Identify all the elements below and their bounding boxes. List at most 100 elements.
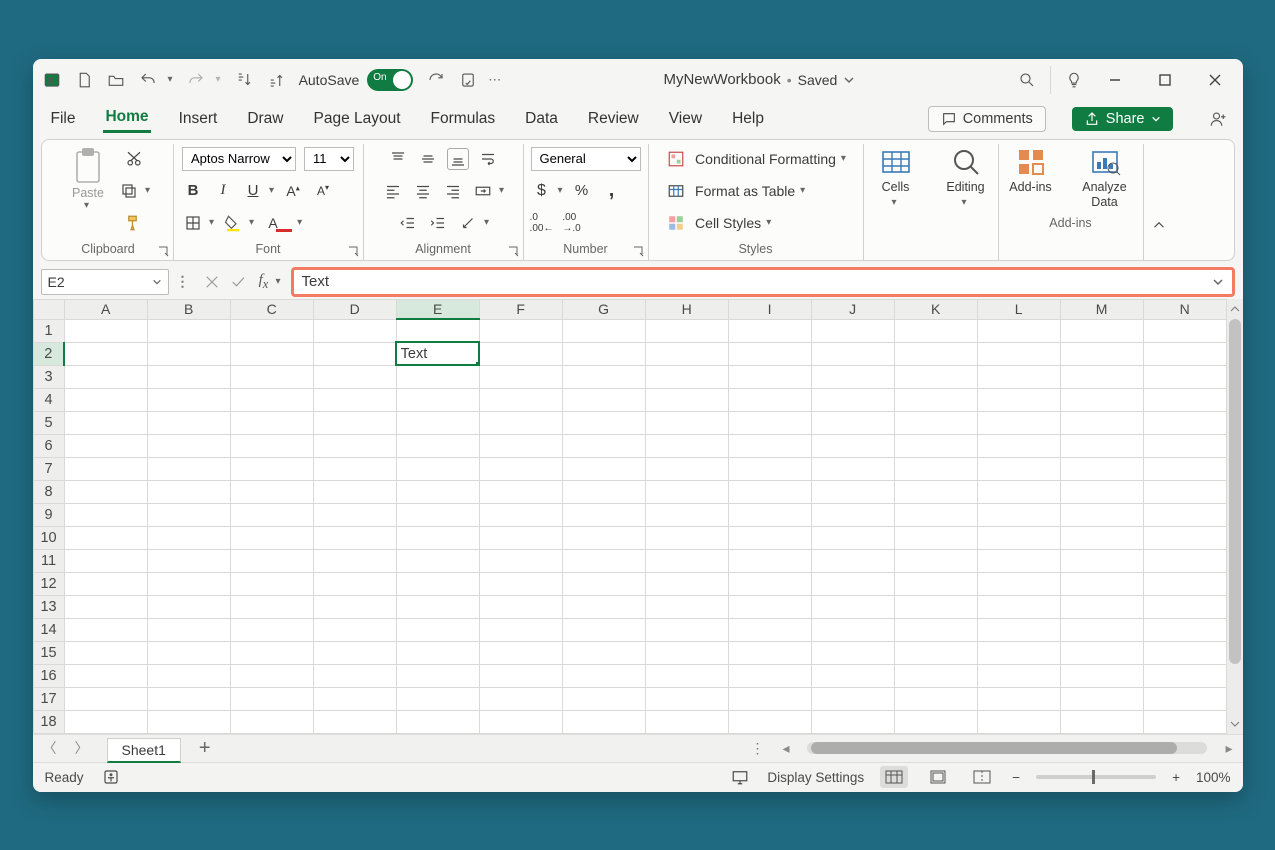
cell[interactable] — [1060, 526, 1143, 549]
row-header[interactable]: 12 — [33, 572, 64, 595]
cell[interactable] — [64, 710, 147, 733]
cell[interactable] — [396, 710, 479, 733]
cell[interactable] — [811, 388, 894, 411]
horizontal-scrollbar[interactable] — [807, 742, 1207, 754]
cell[interactable] — [894, 365, 977, 388]
row-header[interactable]: 16 — [33, 664, 64, 687]
col-header[interactable]: N — [1143, 299, 1226, 319]
tab-formulas[interactable]: Formulas — [429, 106, 498, 132]
cell[interactable] — [479, 595, 562, 618]
cell[interactable] — [1143, 342, 1226, 365]
cell[interactable] — [1060, 365, 1143, 388]
cell[interactable] — [313, 342, 396, 365]
zoom-slider[interactable] — [1036, 775, 1156, 779]
row-header[interactable]: 14 — [33, 618, 64, 641]
cell[interactable] — [811, 641, 894, 664]
cell[interactable] — [313, 503, 396, 526]
tab-page-layout[interactable]: Page Layout — [312, 106, 403, 132]
row-header[interactable]: 8 — [33, 480, 64, 503]
cell[interactable] — [562, 480, 645, 503]
collapse-ribbon-icon[interactable] — [1148, 214, 1170, 236]
cell[interactable] — [313, 664, 396, 687]
col-header[interactable]: E — [396, 299, 479, 319]
cell[interactable] — [147, 687, 230, 710]
cell[interactable] — [894, 687, 977, 710]
alignment-launcher-icon[interactable] — [507, 244, 519, 256]
cell[interactable] — [811, 526, 894, 549]
cell[interactable] — [562, 549, 645, 572]
cell[interactable] — [479, 342, 562, 365]
more-icon[interactable]: ⋮ — [175, 274, 191, 290]
cell[interactable] — [894, 480, 977, 503]
col-header[interactable]: H — [645, 299, 728, 319]
cell[interactable] — [230, 572, 313, 595]
tab-help[interactable]: Help — [730, 106, 766, 132]
cell[interactable] — [230, 641, 313, 664]
cell[interactable] — [728, 503, 811, 526]
tab-draw[interactable]: Draw — [245, 106, 285, 132]
new-file-icon[interactable] — [75, 71, 93, 89]
open-icon[interactable] — [107, 71, 125, 89]
cell[interactable] — [645, 480, 728, 503]
cell[interactable] — [894, 526, 977, 549]
cell[interactable] — [396, 457, 479, 480]
underline-button[interactable]: U — [242, 180, 264, 202]
sort-desc-icon[interactable] — [267, 71, 285, 89]
cell[interactable] — [230, 434, 313, 457]
cell[interactable] — [1060, 319, 1143, 342]
cell[interactable] — [977, 434, 1060, 457]
cell[interactable] — [645, 526, 728, 549]
cell[interactable] — [147, 365, 230, 388]
cell[interactable] — [811, 503, 894, 526]
bold-button[interactable]: B — [182, 180, 204, 202]
percent-icon[interactable]: % — [571, 180, 593, 202]
cell[interactable] — [1143, 549, 1226, 572]
cell[interactable] — [147, 388, 230, 411]
cell[interactable] — [1143, 434, 1226, 457]
view-page-break-icon[interactable] — [968, 766, 996, 788]
hscroll-left-icon[interactable]: ◂ — [782, 740, 789, 757]
cell[interactable] — [645, 319, 728, 342]
cell[interactable] — [977, 411, 1060, 434]
cell[interactable] — [1143, 480, 1226, 503]
tab-review[interactable]: Review — [586, 106, 641, 132]
cell[interactable] — [811, 457, 894, 480]
cell[interactable] — [645, 710, 728, 733]
name-box[interactable]: E2 — [41, 269, 169, 295]
col-header[interactable]: J — [811, 299, 894, 319]
cell[interactable] — [64, 319, 147, 342]
cell[interactable] — [230, 549, 313, 572]
cell[interactable] — [230, 411, 313, 434]
cell[interactable] — [313, 595, 396, 618]
cell[interactable] — [313, 687, 396, 710]
col-header[interactable]: B — [147, 299, 230, 319]
tab-file[interactable]: File — [49, 106, 78, 132]
cell[interactable] — [1060, 710, 1143, 733]
cell[interactable] — [396, 365, 479, 388]
close-button[interactable] — [1197, 62, 1233, 98]
cell[interactable] — [811, 572, 894, 595]
formula-input[interactable]: Text — [291, 267, 1235, 297]
cell[interactable] — [313, 549, 396, 572]
cell[interactable] — [230, 457, 313, 480]
cell[interactable] — [64, 595, 147, 618]
addins-button[interactable]: Add-ins — [1002, 146, 1060, 210]
row-header[interactable]: 9 — [33, 503, 64, 526]
row-header[interactable]: 1 — [33, 319, 64, 342]
increase-decimal-icon[interactable]: .0.00← — [531, 212, 553, 234]
comma-icon[interactable]: , — [601, 180, 623, 202]
tab-home[interactable]: Home — [103, 104, 150, 133]
cell[interactable] — [396, 411, 479, 434]
cell[interactable] — [147, 319, 230, 342]
row-header[interactable]: 3 — [33, 365, 64, 388]
cell[interactable] — [811, 480, 894, 503]
cell[interactable] — [1060, 549, 1143, 572]
cell[interactable] — [230, 365, 313, 388]
cell[interactable] — [230, 388, 313, 411]
cell[interactable] — [728, 480, 811, 503]
cell[interactable] — [562, 687, 645, 710]
cell[interactable] — [562, 618, 645, 641]
cell[interactable] — [147, 618, 230, 641]
cell[interactable] — [396, 549, 479, 572]
paste-button[interactable]: Paste ▾ — [66, 146, 110, 236]
